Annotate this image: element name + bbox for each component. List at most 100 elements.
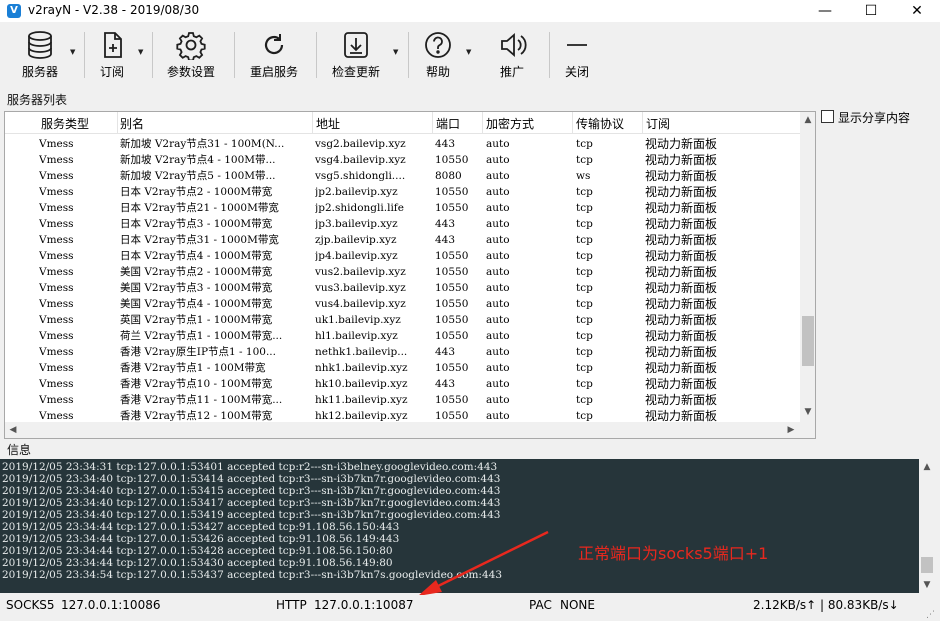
column-divider[interactable] — [642, 112, 643, 134]
table-row[interactable]: Vmess 香港 V2ray原生IP节点1 - 100... nethk1.ba… — [5, 344, 800, 360]
cell-type: Vmess — [39, 170, 74, 182]
cell-subscription: 视动力新面板 — [645, 153, 718, 167]
cell-transport: tcp — [576, 330, 593, 342]
column-header-transport[interactable]: 传输协议 — [576, 115, 624, 132]
server-list-horizontal-scrollbar[interactable]: ◀ ▶ — [5, 422, 815, 438]
cell-subscription: 视动力新面板 — [645, 329, 718, 343]
cell-alias: 英国 V2ray节点1 - 1000M带宽 — [120, 314, 273, 326]
cell-type: Vmess — [39, 410, 74, 422]
cell-transport: tcp — [576, 314, 593, 326]
cell-transport: tcp — [576, 266, 593, 278]
table-row[interactable]: Vmess 美国 V2ray节点4 - 1000M带宽 vus4.bailevi… — [5, 296, 800, 312]
table-row[interactable]: Vmess 新加坡 V2ray节点4 - 100M带... vsg4.baile… — [5, 152, 800, 168]
table-row[interactable]: Vmess 香港 V2ray节点11 - 100M带宽... hk11.bail… — [5, 392, 800, 408]
log-line: 2019/12/05 23:34:44 tcp:127.0.0.1:53427 … — [2, 521, 400, 533]
server-list-header: 服务类型 别名 地址 端口 加密方式 传输协议 订阅 — [5, 112, 800, 134]
table-row[interactable]: Vmess 新加坡 V2ray节点31 - 100M(N... vsg2.bai… — [5, 136, 800, 152]
toolbar-check-update-button[interactable]: 检查更新 — [326, 28, 386, 82]
toolbar-close-label: 关闭 — [564, 65, 589, 79]
share-checkbox[interactable] — [821, 110, 834, 123]
minimize-button[interactable]: — — [802, 0, 848, 22]
cell-alias: 荷兰 V2ray节点1 - 1000M带宽... — [120, 330, 283, 342]
table-row[interactable]: Vmess 日本 V2ray节点2 - 1000M带宽 jp2.bailevip… — [5, 184, 800, 200]
help-dropdown-icon[interactable]: ▼ — [466, 48, 474, 56]
column-header-encryption[interactable]: 加密方式 — [486, 115, 534, 132]
maximize-button[interactable]: ☐ — [848, 0, 894, 22]
column-header-address[interactable]: 地址 — [316, 115, 340, 132]
table-row[interactable]: Vmess 美国 V2ray节点3 - 1000M带宽 vus3.bailevi… — [5, 280, 800, 296]
table-row[interactable]: Vmess 香港 V2ray节点1 - 100M带宽 nhk1.bailevip… — [5, 360, 800, 376]
column-header-alias[interactable]: 别名 — [120, 115, 144, 132]
scroll-up-icon[interactable]: ▲ — [800, 112, 815, 128]
toolbar-promotion-button[interactable]: 推广 — [492, 28, 532, 82]
cell-subscription: 视动力新面板 — [645, 233, 718, 247]
table-row[interactable]: Vmess 日本 V2ray节点21 - 1000M带宽 jp2.shidong… — [5, 200, 800, 216]
toolbar-servers-button[interactable]: 服务器 — [14, 28, 66, 82]
cell-address: vsg5.shidongli.... — [315, 170, 406, 182]
toolbar-restart-label: 重启服务 — [249, 65, 298, 79]
check-update-dropdown-icon[interactable]: ▼ — [393, 48, 401, 56]
servers-dropdown-icon[interactable]: ▼ — [70, 48, 78, 56]
table-row[interactable]: Vmess 荷兰 V2ray节点1 - 1000M带宽... hl1.baile… — [5, 328, 800, 344]
gear-icon — [160, 30, 222, 60]
toolbar-divider — [316, 32, 317, 78]
cell-encryption: auto — [486, 138, 510, 150]
cell-port: 10550 — [435, 282, 469, 294]
column-header-type[interactable]: 服务类型 — [41, 115, 89, 132]
toolbar-close-button[interactable]: 关闭 — [556, 28, 598, 82]
scroll-thumb[interactable] — [921, 557, 933, 573]
toolbar-settings-button[interactable]: 参数设置 — [160, 28, 222, 82]
log-line: 2019/12/05 23:34:40 tcp:127.0.0.1:53415 … — [2, 485, 501, 497]
speaker-icon — [492, 30, 532, 60]
column-header-subscription[interactable]: 订阅 — [646, 115, 670, 132]
cell-type: Vmess — [39, 218, 74, 230]
cell-alias: 美国 V2ray节点3 - 1000M带宽 — [120, 282, 273, 294]
column-divider[interactable] — [312, 112, 313, 134]
toolbar-restart-button[interactable]: 重启服务 — [244, 28, 304, 82]
cell-type: Vmess — [39, 346, 74, 358]
scroll-left-icon[interactable]: ◀ — [5, 422, 21, 438]
toolbar-divider — [234, 32, 235, 78]
log-vertical-scrollbar[interactable]: ▲ ▼ — [919, 459, 935, 593]
table-row[interactable]: Vmess 日本 V2ray节点4 - 1000M带宽 jp4.bailevip… — [5, 248, 800, 264]
speed-readout: 2.12KB/s↑ | 80.83KB/s↓ — [753, 598, 899, 612]
column-divider[interactable] — [432, 112, 433, 134]
scroll-right-icon[interactable]: ▶ — [783, 422, 799, 438]
table-row[interactable]: Vmess 新加坡 V2ray节点5 - 100M带... vsg5.shido… — [5, 168, 800, 184]
cell-port: 10550 — [435, 362, 469, 374]
column-divider[interactable] — [117, 112, 118, 134]
scroll-up-icon[interactable]: ▲ — [919, 459, 935, 475]
table-row[interactable]: Vmess 美国 V2ray节点2 - 1000M带宽 vus2.bailevi… — [5, 264, 800, 280]
table-row[interactable]: Vmess 英国 V2ray节点1 - 1000M带宽 uk1.bailevip… — [5, 312, 800, 328]
table-row[interactable]: Vmess 日本 V2ray节点31 - 1000M带宽 zjp.bailevi… — [5, 232, 800, 248]
column-divider[interactable] — [572, 112, 573, 134]
cell-subscription: 视动力新面板 — [645, 249, 718, 263]
cell-port: 10550 — [435, 202, 469, 214]
toolbar-servers-label: 服务器 — [21, 65, 58, 79]
close-window-button[interactable]: ✕ — [894, 0, 940, 22]
cell-transport: ws — [576, 170, 591, 182]
cell-encryption: auto — [486, 346, 510, 358]
server-list-vertical-scrollbar[interactable]: ▲ ▼ — [800, 112, 815, 422]
table-row[interactable]: Vmess 日本 V2ray节点3 - 1000M带宽 jp3.bailevip… — [5, 216, 800, 232]
cell-encryption: auto — [486, 170, 510, 182]
toolbar-help-button[interactable]: 帮助 — [418, 28, 458, 82]
table-row[interactable]: Vmess 香港 V2ray节点10 - 100M带宽 hk10.bailevi… — [5, 376, 800, 392]
cell-transport: tcp — [576, 218, 593, 230]
cell-transport: tcp — [576, 394, 593, 406]
cell-transport: tcp — [576, 138, 593, 150]
resize-grip-icon[interactable]: ⋰ — [926, 610, 935, 620]
cell-address: hl1.bailevip.xyz — [315, 330, 398, 342]
scroll-down-icon[interactable]: ▼ — [919, 577, 935, 593]
subscription-dropdown-icon[interactable]: ▼ — [138, 48, 146, 56]
column-divider[interactable] — [482, 112, 483, 134]
scroll-thumb[interactable] — [802, 316, 814, 366]
scroll-down-icon[interactable]: ▼ — [800, 404, 815, 420]
toolbar-subscription-button[interactable]: 订阅 — [90, 28, 134, 82]
cell-transport: tcp — [576, 186, 593, 198]
cell-type: Vmess — [39, 378, 74, 390]
column-header-port[interactable]: 端口 — [436, 115, 460, 132]
cell-transport: tcp — [576, 298, 593, 310]
log-output: 2019/12/05 23:34:31 tcp:127.0.0.1:53401 … — [0, 459, 919, 593]
cell-address: vsg4.bailevip.xyz — [315, 154, 406, 166]
